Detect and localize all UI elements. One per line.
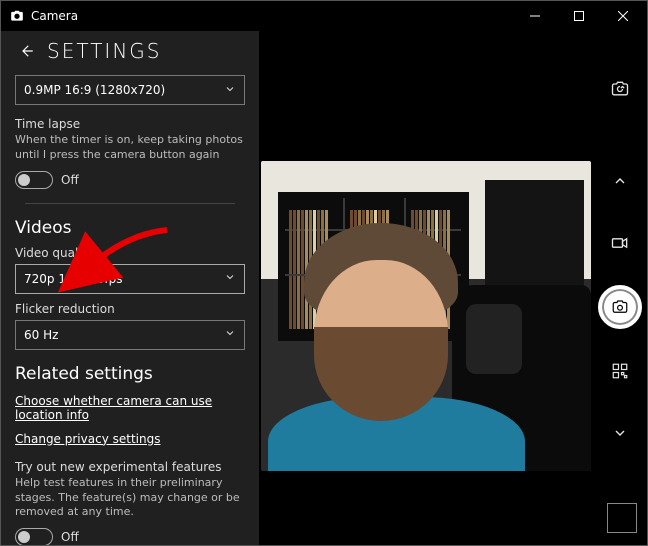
switch-camera-button[interactable] bbox=[600, 69, 640, 109]
shutter-button[interactable] bbox=[598, 285, 642, 329]
minimize-button[interactable] bbox=[513, 1, 557, 31]
back-button[interactable] bbox=[15, 40, 37, 62]
camera-preview bbox=[261, 161, 591, 471]
settings-panel: SETTINGS 0.9MP 16:9 (1280x720) Time laps… bbox=[1, 31, 259, 545]
chevron-down-icon bbox=[224, 83, 236, 98]
flicker-label: Flicker reduction bbox=[15, 302, 245, 316]
experimental-label: Try out new experimental features bbox=[15, 460, 245, 474]
experimental-state: Off bbox=[61, 530, 79, 544]
window-title: Camera bbox=[31, 9, 513, 23]
chevron-down-icon bbox=[224, 327, 236, 342]
privacy-link[interactable]: Change privacy settings bbox=[15, 432, 160, 446]
camera-app-icon bbox=[9, 8, 25, 24]
experimental-desc: Help test features in their preliminary … bbox=[15, 476, 245, 521]
timelapse-desc: When the timer is on, keep taking photos… bbox=[15, 133, 245, 163]
photo-quality-value: 0.9MP 16:9 (1280x720) bbox=[24, 83, 165, 97]
camera-sidebar bbox=[593, 61, 647, 545]
settings-title: SETTINGS bbox=[47, 39, 161, 63]
related-heading: Related settings bbox=[15, 364, 245, 384]
titlebar: Camera bbox=[1, 1, 647, 31]
timelapse-label: Time lapse bbox=[15, 117, 245, 131]
video-quality-label: Video quality bbox=[15, 246, 245, 260]
close-button[interactable] bbox=[601, 1, 645, 31]
flicker-value: 60 Hz bbox=[24, 328, 58, 342]
video-mode-button[interactable] bbox=[600, 223, 640, 263]
photo-quality-select[interactable]: 0.9MP 16:9 (1280x720) bbox=[15, 75, 245, 105]
chevron-down-icon bbox=[224, 271, 236, 286]
video-quality-value: 720p 16:9 30fps bbox=[24, 272, 122, 286]
videos-heading: Videos bbox=[15, 218, 245, 238]
timelapse-toggle[interactable] bbox=[15, 171, 53, 189]
flicker-select[interactable]: 60 Hz bbox=[15, 320, 245, 350]
location-link[interactable]: Choose whether camera can use location i… bbox=[15, 394, 245, 422]
video-quality-select[interactable]: 720p 16:9 30fps bbox=[15, 264, 245, 294]
barcode-mode-button[interactable] bbox=[600, 351, 640, 391]
maximize-button[interactable] bbox=[557, 1, 601, 31]
timelapse-state: Off bbox=[61, 173, 79, 187]
divider bbox=[25, 203, 235, 204]
experimental-toggle[interactable] bbox=[15, 528, 53, 545]
nav-up-button[interactable] bbox=[600, 161, 640, 201]
nav-down-button[interactable] bbox=[600, 413, 640, 453]
